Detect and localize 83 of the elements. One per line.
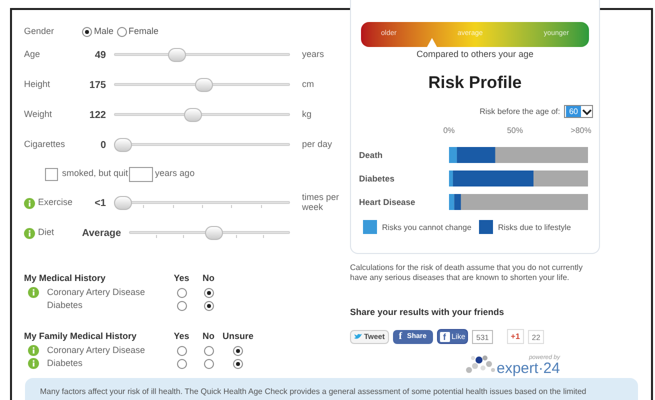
slider-thumb[interactable] <box>194 78 213 92</box>
share-title: Share your results with your friends <box>350 306 506 319</box>
section-title: My Medical History <box>24 272 107 286</box>
slider-thumb[interactable] <box>114 196 132 210</box>
radio-label: Female <box>128 25 159 38</box>
field-label: Cigarettes <box>24 138 66 152</box>
tick-label: 50% <box>507 126 523 135</box>
category-label: Heart Disease <box>359 197 416 207</box>
radio-label: Male <box>94 25 114 38</box>
row-label: Coronary Artery Disease <box>47 286 146 299</box>
slider-thumb[interactable] <box>204 226 223 240</box>
radio-button[interactable] <box>233 358 243 368</box>
radio-button[interactable] <box>176 300 186 310</box>
gauge-pointer <box>426 38 437 47</box>
unit-label: cm <box>302 80 315 90</box>
slider-thumb[interactable] <box>114 138 132 152</box>
facebook-icon: f <box>398 329 402 344</box>
slider[interactable] <box>129 226 290 240</box>
column-header: No <box>202 330 216 344</box>
column-header: Yes <box>172 272 190 286</box>
bird-icon <box>354 333 362 340</box>
column-header: Unsure <box>222 330 254 344</box>
slider-value: 122 <box>88 108 106 122</box>
unit-label: kg <box>302 110 313 120</box>
section-title: My Family Medical History <box>24 330 138 344</box>
slider-value: <1 <box>94 196 106 210</box>
age-select[interactable]: 60 <box>564 105 593 118</box>
slider[interactable] <box>114 138 290 152</box>
legend-label: Risks due to lifestyle <box>498 223 571 232</box>
slider-value: 0 <box>99 138 106 152</box>
chevron-down-icon <box>582 108 592 116</box>
gauge-caption: Compared to others your age <box>416 48 534 61</box>
slider-thumb[interactable] <box>168 48 186 62</box>
radio-button[interactable] <box>204 358 214 368</box>
radio-button[interactable] <box>204 346 214 356</box>
logo-text: expert·24 <box>496 361 560 376</box>
category-label: Death <box>359 150 383 160</box>
unit-label: years <box>302 50 326 60</box>
radio-button[interactable] <box>204 288 214 298</box>
column-header: No <box>202 272 216 286</box>
radio-button[interactable] <box>176 346 186 356</box>
legend-label: Risks you cannot change <box>382 223 472 232</box>
radio-button[interactable] <box>176 358 186 368</box>
info-text: Many factors affect your risk of ill health. The Quick Health Age Check provides a general assessment of some potential health issues based on the limited <box>40 387 586 396</box>
slider[interactable] <box>114 196 290 210</box>
radio-button[interactable] <box>82 27 92 37</box>
disclaimer-text: Calculations for the risk of death assume that you do not currently have any serious diseases that are known to shorten your life. <box>350 263 584 284</box>
row-label: Coronary Artery Disease <box>47 344 146 357</box>
field-label: Gender <box>24 25 56 38</box>
slider-value: 175 <box>88 78 106 92</box>
legend-swatch <box>363 220 377 234</box>
checkbox-label: smoked, but quit <box>62 167 128 180</box>
radio-button[interactable] <box>204 300 214 310</box>
unit-label: times per week <box>302 193 340 213</box>
checkbox[interactable] <box>45 168 58 180</box>
column-header: Yes <box>172 330 190 344</box>
years-field[interactable] <box>129 166 154 182</box>
slider[interactable] <box>114 48 290 62</box>
row-label: Diabetes <box>47 298 83 312</box>
field-label: Weight <box>24 108 52 122</box>
select-label: Risk before the age of: <box>480 106 560 118</box>
tick-label: 0% <box>443 126 455 135</box>
slider[interactable] <box>114 108 290 122</box>
field-label: Height <box>24 78 50 92</box>
field-label: Age <box>24 48 40 62</box>
facebook-icon: f <box>440 332 450 342</box>
radio-button[interactable] <box>233 346 243 356</box>
panel-title: Risk Profile <box>428 72 522 94</box>
plus-one-button[interactable]: +1 <box>506 329 524 344</box>
slider-value: 49 <box>94 48 106 62</box>
slider-thumb[interactable] <box>184 108 202 122</box>
radio-button[interactable] <box>176 288 186 298</box>
unit-label: years ago <box>155 167 195 180</box>
legend-swatch <box>479 220 493 234</box>
tick-label: >80% <box>570 126 592 135</box>
category-label: Diabetes <box>359 174 394 184</box>
row-label: Diabetes <box>47 356 83 370</box>
slider[interactable] <box>114 78 290 92</box>
field-label: Diet <box>38 226 54 240</box>
field-label: Exercise <box>38 196 73 210</box>
unit-label: per day <box>302 140 334 150</box>
radio-button[interactable] <box>116 27 127 37</box>
slider-value: Average <box>82 226 122 240</box>
